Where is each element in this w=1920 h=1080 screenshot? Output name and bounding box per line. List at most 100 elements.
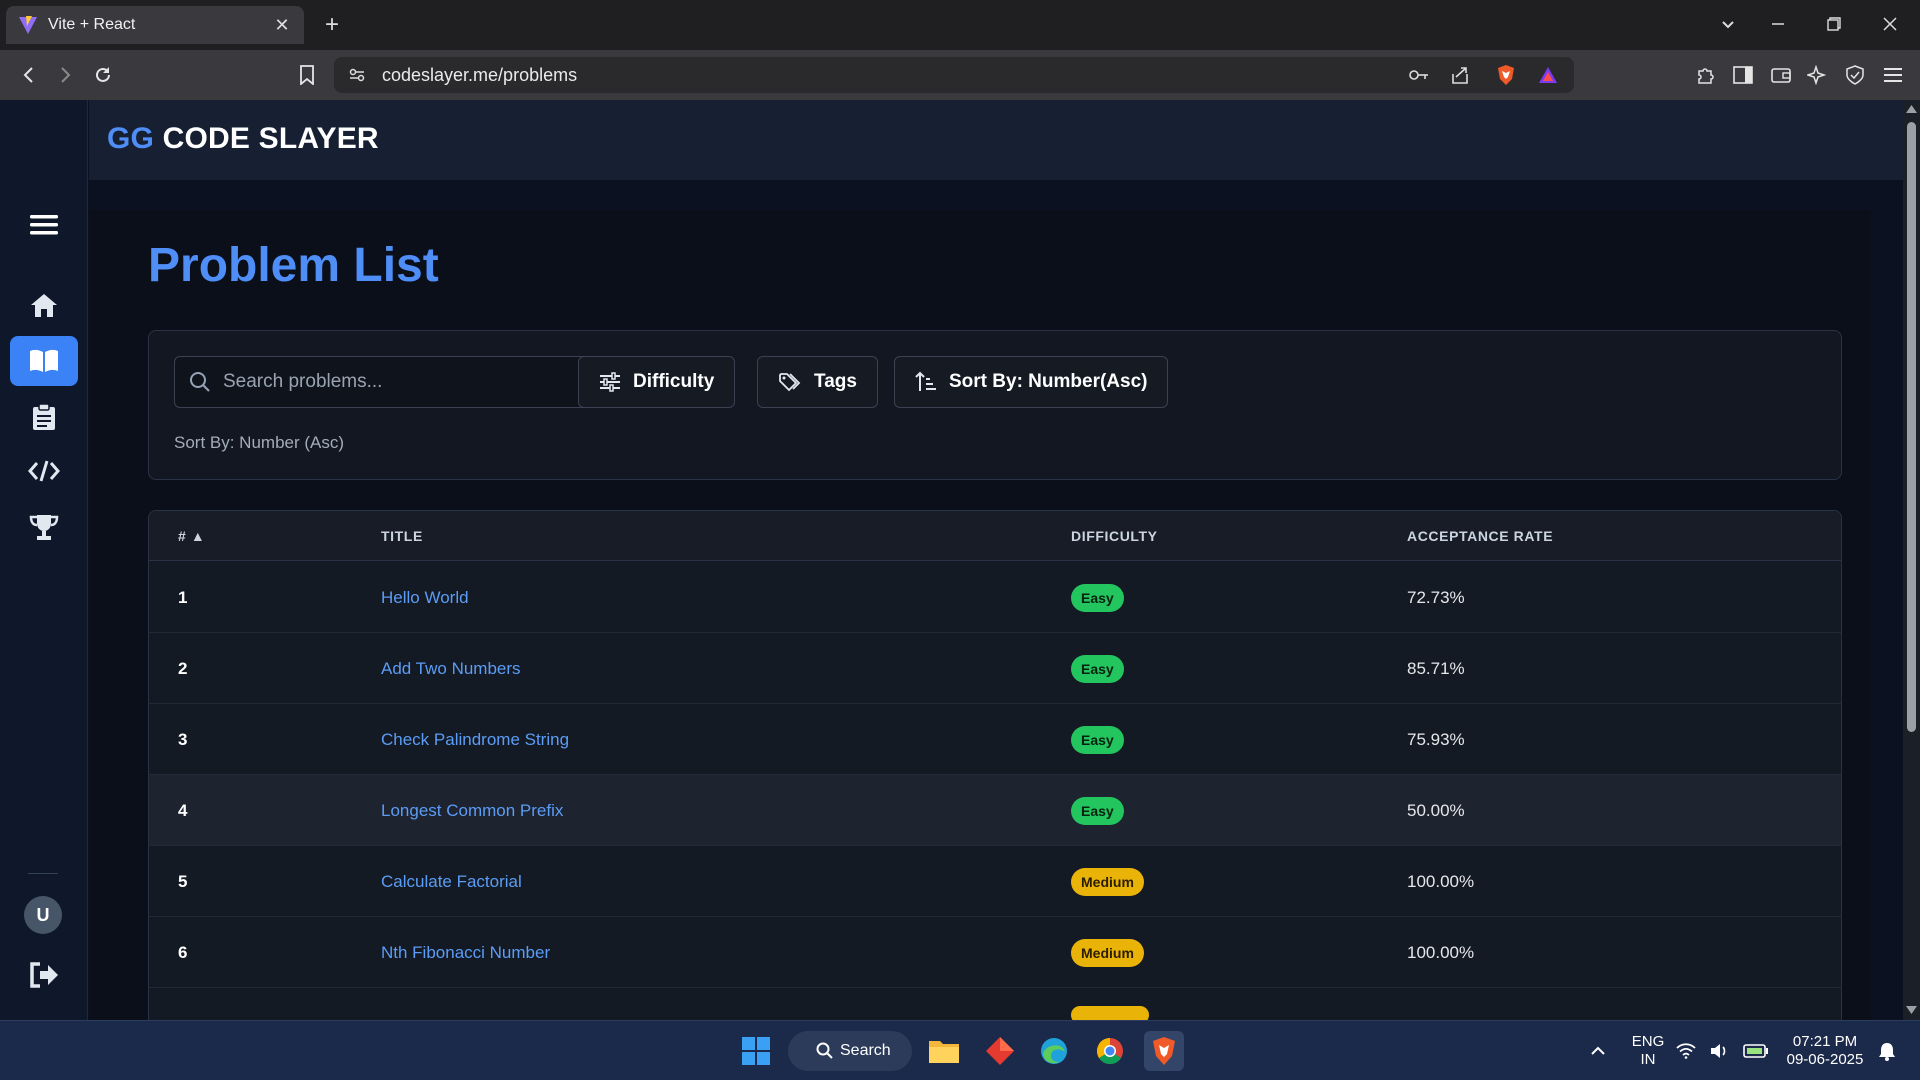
problem-title-link[interactable]: Hello World: [381, 588, 469, 608]
logo-prefix: GG: [107, 122, 155, 155]
table-row[interactable]: 3 Check Palindrome String Easy 75.93%: [149, 704, 1841, 775]
file-explorer-icon[interactable]: [924, 1031, 964, 1071]
sidebar-item-problems[interactable]: [10, 336, 78, 386]
main-content: Problem List Difficulty Tags: [89, 210, 1871, 1030]
tray-overflow-icon[interactable]: [1578, 1031, 1618, 1071]
notifications-icon[interactable]: [1874, 1031, 1900, 1071]
header-acceptance-rate[interactable]: ACCEPTANCE RATE: [1407, 528, 1553, 544]
close-window-icon[interactable]: [1868, 8, 1912, 40]
tab-title: Vite + React: [48, 16, 136, 33]
sidebar-menu-toggle[interactable]: [10, 200, 78, 250]
problem-title-link[interactable]: Check Palindrome String: [381, 730, 569, 750]
clock-time: 07:21 PM: [1792, 1033, 1858, 1050]
sidebar-item-code[interactable]: [10, 446, 78, 496]
tags-filter-button[interactable]: Tags: [757, 356, 878, 408]
leo-ai-icon[interactable]: [1802, 60, 1832, 90]
logo-name: CODE SLAYER: [162, 122, 379, 155]
app-viewport: U GG CODE SLAYER Problem List Search pro…: [0, 100, 1920, 1030]
table-row[interactable]: 5 Calculate Factorial Medium 100.00%: [149, 846, 1841, 917]
scrollbar-thumb[interactable]: [1907, 122, 1916, 732]
difficulty-badge: Medium: [1071, 939, 1144, 967]
problem-title-link[interactable]: Calculate Factorial: [381, 872, 522, 892]
acceptance-rate: 85.71%: [1407, 659, 1465, 678]
brave-taskbar-icon[interactable]: [1144, 1031, 1184, 1071]
table-header: # ▲ TITLE DIFFICULTY ACCEPTANCE RATE: [149, 511, 1841, 561]
problem-title-link[interactable]: Nth Fibonacci Number: [381, 943, 550, 963]
sidebar-divider: [28, 873, 58, 874]
search-icon: [189, 371, 211, 393]
tags-filter-label: Tags: [814, 371, 857, 392]
difficulty-badge: Easy: [1071, 584, 1124, 612]
code-icon: [28, 459, 60, 483]
top-navbar: GG CODE SLAYER: [89, 100, 1903, 180]
vpn-shield-icon[interactable]: [1840, 60, 1870, 90]
app-red-diamond-icon[interactable]: [980, 1031, 1020, 1071]
language-code: ENG: [1631, 1033, 1665, 1050]
logo[interactable]: GG CODE SLAYER: [107, 122, 379, 156]
vite-logo-icon: [18, 15, 38, 35]
back-icon[interactable]: [14, 60, 44, 90]
address-bar[interactable]: codeslayer.me/problems: [334, 57, 1574, 93]
sort-button-label: Sort By: Number(Asc): [949, 371, 1148, 392]
menu-icon[interactable]: [1878, 60, 1908, 90]
page-title: Problem List: [148, 239, 439, 292]
browser-toolbar: codeslayer.me/problems: [0, 50, 1920, 100]
clock[interactable]: 07:21 PM 09-06-2025: [1780, 1033, 1870, 1069]
windows-start-icon[interactable]: [736, 1031, 776, 1071]
tab-search-icon[interactable]: [1706, 8, 1750, 40]
header-title[interactable]: TITLE: [381, 528, 423, 544]
edge-browser-icon[interactable]: [1034, 1031, 1074, 1071]
problem-title-link[interactable]: Add Two Numbers: [381, 659, 521, 679]
sliders-icon: [599, 372, 621, 392]
avatar[interactable]: U: [24, 896, 62, 934]
minimize-icon[interactable]: [1756, 8, 1800, 40]
difficulty-badge: Easy: [1071, 655, 1124, 683]
taskbar-search-label: Search: [840, 1042, 891, 1059]
sort-button[interactable]: Sort By: Number(Asc): [894, 356, 1169, 408]
table-row[interactable]: 2 Add Two Numbers Easy 85.71%: [149, 633, 1841, 704]
wifi-icon[interactable]: [1672, 1031, 1700, 1071]
battery-icon[interactable]: [1738, 1031, 1774, 1071]
reload-icon[interactable]: [88, 60, 118, 90]
chrome-icon[interactable]: [1090, 1031, 1130, 1071]
sidebar-toggle-icon[interactable]: [1728, 60, 1758, 90]
close-tab-icon[interactable]: ✕: [272, 15, 292, 35]
acceptance-rate: 72.73%: [1407, 588, 1465, 607]
share-icon[interactable]: [1450, 65, 1470, 85]
language-indicator[interactable]: ENG IN: [1628, 1033, 1668, 1069]
problem-number: 3: [178, 730, 188, 749]
forward-icon[interactable]: [50, 60, 80, 90]
sidebar: U: [0, 100, 88, 1020]
taskbar-search[interactable]: Search: [788, 1031, 912, 1071]
restore-icon[interactable]: [1812, 8, 1856, 40]
table-row[interactable]: 1 Hello World Easy 72.73%: [149, 562, 1841, 633]
browser-tab[interactable]: Vite + React ✕: [6, 6, 304, 44]
wallet-icon[interactable]: [1766, 60, 1796, 90]
sidebar-item-home[interactable]: [10, 280, 78, 330]
bookmark-icon[interactable]: [292, 60, 322, 90]
difficulty-badge: Easy: [1071, 726, 1124, 754]
sidebar-item-submissions[interactable]: [10, 392, 78, 442]
acceptance-rate: 100.00%: [1407, 872, 1475, 891]
sidebar-item-leaderboard[interactable]: [10, 502, 78, 552]
tag-icon: [778, 372, 802, 392]
extensions-icon[interactable]: [1690, 60, 1720, 90]
filter-panel: Difficulty Tags Sort By: Number(Asc) Sor…: [148, 330, 1842, 480]
brave-shields-icon[interactable]: [1496, 64, 1516, 86]
table-row[interactable]: 6 Nth Fibonacci Number Medium 100.00%: [149, 917, 1841, 988]
page-scrollbar[interactable]: [1903, 100, 1920, 1020]
volume-icon[interactable]: [1706, 1031, 1732, 1071]
brave-rewards-icon[interactable]: [1538, 65, 1558, 85]
problem-title-link[interactable]: Longest Common Prefix: [381, 801, 563, 821]
new-tab-button[interactable]: +: [318, 12, 346, 40]
header-difficulty[interactable]: DIFFICULTY: [1071, 528, 1158, 544]
taskbar: Search ENG IN 07:21 PM 09-06-2025: [0, 1020, 1920, 1080]
password-key-icon[interactable]: [1408, 66, 1430, 84]
logout-icon: [28, 961, 60, 989]
table-row[interactable]: 4 Longest Common Prefix Easy 50.00%: [149, 775, 1841, 846]
site-settings-icon[interactable]: [348, 66, 366, 84]
difficulty-filter-button[interactable]: Difficulty: [578, 356, 736, 408]
logout-button[interactable]: [10, 950, 78, 1000]
header-number[interactable]: # ▲: [178, 528, 205, 544]
problems-table: # ▲ TITLE DIFFICULTY ACCEPTANCE RATE 1 H…: [148, 510, 1842, 1030]
